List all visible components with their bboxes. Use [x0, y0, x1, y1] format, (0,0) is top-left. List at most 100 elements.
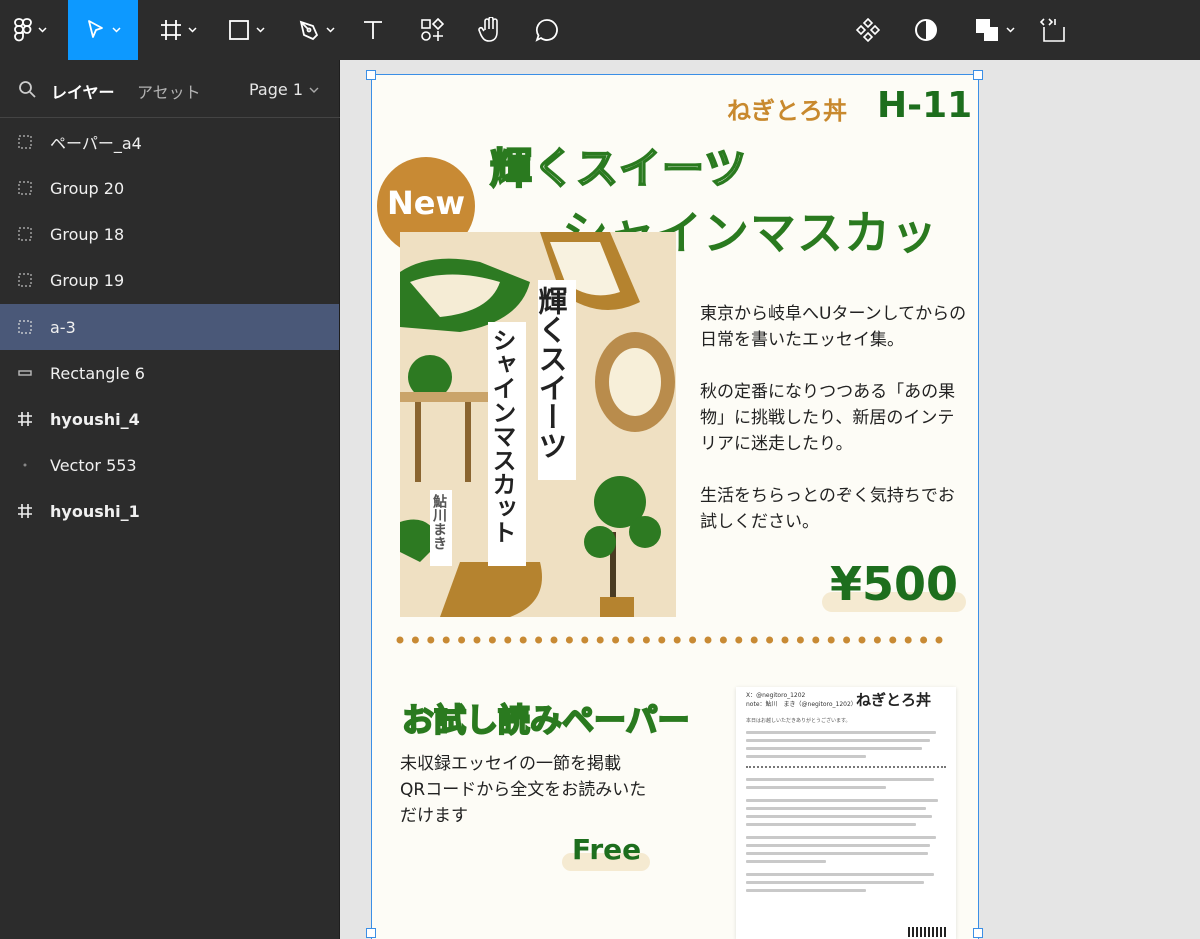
cover-title: 輝くスイーツ	[534, 280, 576, 480]
preview-x-handle: X：@negitoro_1202	[746, 692, 806, 699]
move-tool-button[interactable]	[68, 0, 138, 60]
comment-tool-button[interactable]	[527, 0, 567, 60]
layer-item-selected[interactable]: a-3	[0, 304, 339, 350]
frame-tool-button[interactable]	[150, 0, 206, 60]
chevron-down-icon	[309, 87, 319, 93]
trial-line: QRコードから全文をお読みいた	[400, 780, 647, 800]
comment-icon	[535, 19, 558, 42]
layer-item[interactable]: hyoushi_4	[0, 396, 339, 442]
description-paragraph: 生活をちらっとのぞく気持ちでお試しください。	[700, 486, 955, 532]
trial-line: だけます	[400, 806, 468, 826]
component-button[interactable]	[848, 0, 888, 60]
text-icon	[364, 21, 382, 39]
layer-label: Group 20	[50, 178, 125, 198]
hand-icon	[478, 17, 498, 42]
cover-subtitle: シャインマスカット	[488, 322, 526, 566]
page-selector[interactable]: Page 1	[249, 80, 319, 99]
resources-tool-button[interactable]	[412, 0, 452, 60]
layer-label: Rectangle 6	[50, 363, 145, 383]
resize-handle[interactable]	[366, 928, 376, 938]
layer-item[interactable]: Group 20	[0, 165, 339, 211]
resize-handle[interactable]	[366, 70, 376, 80]
dev-mode-button[interactable]	[1033, 0, 1073, 60]
pen-icon	[299, 20, 318, 41]
resize-handle[interactable]	[973, 928, 983, 938]
chevron-down-icon	[37, 27, 47, 33]
rectangle-icon	[0, 369, 50, 377]
layer-label: Group 18	[50, 224, 125, 244]
group-icon	[0, 135, 50, 149]
trial-line: 未収録エッセイの一節を掲載	[400, 754, 621, 774]
trial-paper-title: お試し読みペーパー	[401, 700, 691, 740]
circle-name: ねぎとろ丼	[727, 97, 847, 125]
chevron-down-icon	[255, 27, 265, 33]
dev-mode-icon	[1040, 18, 1065, 42]
frame-icon	[0, 503, 50, 519]
tab-assets[interactable]: アセット	[137, 79, 201, 103]
layer-label: Group 19	[50, 270, 125, 290]
component-icon	[856, 18, 880, 42]
preview-note-handle: note：鮎川 まき（@negitoro_1202）	[746, 701, 857, 708]
toolbar	[0, 0, 1200, 60]
main-menu-button[interactable]	[0, 0, 60, 60]
layer-label: hyoushi_4	[50, 409, 140, 429]
layer-label: Vector 553	[50, 455, 137, 475]
contrast-button[interactable]	[906, 0, 946, 60]
trial-paper-text: 未収録エッセイの一節を掲載 QRコードから全文をお読みいた だけます	[400, 751, 690, 829]
chevron-down-icon	[111, 27, 121, 33]
title-line-1: 輝くスイーツ	[489, 143, 748, 194]
layer-item[interactable]: Rectangle 6	[0, 350, 339, 396]
frame-icon	[0, 411, 50, 427]
layer-item[interactable]: ペーパー_a4	[0, 119, 339, 165]
layer-label: hyoushi_1	[50, 501, 140, 521]
boolean-icon	[975, 19, 998, 41]
price: ¥500	[830, 557, 959, 611]
preview-handles: X：@negitoro_1202 note：鮎川 まき（@negitoro_12…	[746, 691, 857, 709]
chevron-down-icon	[187, 27, 197, 33]
description-paragraph: 秋の定番になりつつある「あの果物」に挑戦したり、新居のインテリアに迷走したり。	[700, 382, 956, 454]
description: 東京から岐阜へUターンしてからの日常を書いたエッセイ集。 秋の定番になりつつある…	[700, 301, 970, 561]
layer-item[interactable]: Vector 553	[0, 442, 339, 488]
paper-a4-frame[interactable]: ねぎとろ丼 H-11 New 輝くスイーツ シャインマスカット 輝くスイーツ シ…	[372, 75, 978, 939]
frame-icon	[160, 20, 181, 40]
layer-item[interactable]: hyoushi_1	[0, 488, 339, 534]
text-tool-button[interactable]	[355, 0, 391, 60]
group-icon	[0, 273, 50, 287]
tab-layers[interactable]: レイヤー	[51, 79, 115, 103]
preview-body: 本日はお越しいただきありがとうございます。	[746, 717, 946, 897]
group-icon	[0, 181, 50, 195]
figma-logo-icon	[13, 18, 32, 42]
group-icon	[0, 320, 50, 334]
trial-paper-preview: X：@negitoro_1202 note：鮎川 まき（@negitoro_12…	[736, 687, 956, 939]
dotted-divider	[396, 636, 956, 644]
rectangle-icon	[228, 20, 249, 40]
free-label: Free	[572, 833, 642, 866]
booth-code: H-11	[877, 85, 973, 126]
search-icon[interactable]	[18, 80, 36, 98]
book-cover-image: 輝くスイーツ シャインマスカット 鮎川まき	[400, 232, 676, 617]
resize-handle[interactable]	[973, 70, 983, 80]
new-badge-label: New	[386, 184, 466, 222]
page-selector-label: Page 1	[249, 80, 303, 99]
preview-brand: ねぎとろ丼	[856, 691, 932, 709]
vector-icon	[0, 462, 50, 468]
resources-icon	[421, 18, 444, 41]
boolean-button[interactable]	[966, 0, 1022, 60]
cursor-icon	[87, 20, 103, 38]
layer-item[interactable]: Group 18	[0, 211, 339, 257]
description-paragraph: 東京から岐阜へUターンしてからの日常を書いたエッセイ集。	[700, 304, 967, 350]
layer-label: a-3	[50, 317, 76, 337]
chevron-down-icon	[1005, 27, 1015, 33]
pen-tool-button[interactable]	[288, 0, 344, 60]
group-icon	[0, 227, 50, 241]
contrast-icon	[915, 19, 937, 41]
preview-divider	[746, 766, 946, 768]
hand-tool-button[interactable]	[470, 0, 510, 60]
shape-tool-button[interactable]	[218, 0, 274, 60]
layers-panel: レイヤー アセット Page 1 ペーパー_a4 Group 20 Group …	[0, 60, 340, 939]
cover-author: 鮎川まき	[430, 490, 452, 566]
panel-header: レイヤー アセット Page 1	[0, 60, 340, 118]
layer-item[interactable]: Group 19	[0, 257, 339, 303]
preview-greeting: 本日はお越しいただきありがとうございます。	[746, 718, 851, 724]
layer-label: ペーパー_a4	[50, 134, 142, 153]
